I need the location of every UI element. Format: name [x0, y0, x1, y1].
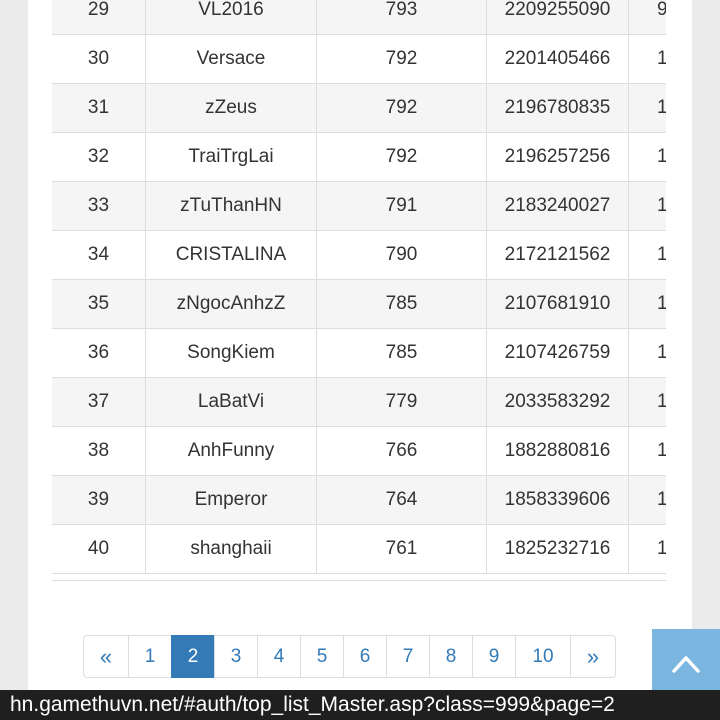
pagination-page-7[interactable]: 7 — [386, 635, 430, 678]
table-row: 34CRISTALINA79021721215621 — [52, 231, 666, 280]
rank-cell: 40 — [52, 525, 146, 573]
exp-cell: 1825232716 — [487, 525, 629, 573]
extra-cell: 1 — [629, 280, 666, 328]
pagination-page-3[interactable]: 3 — [214, 635, 258, 678]
exp-cell: 1882880816 — [487, 427, 629, 475]
extra-cell: 1 — [629, 476, 666, 524]
level-cell: 791 — [317, 182, 487, 230]
extra-cell: 1 — [629, 231, 666, 279]
level-cell: 793 — [317, 0, 487, 34]
extra-cell: 1 — [629, 133, 666, 181]
exp-cell: 1858339606 — [487, 476, 629, 524]
extra-cell: 1 — [629, 378, 666, 426]
player-name-cell: SongKiem — [146, 329, 317, 377]
rank-cell: 36 — [52, 329, 146, 377]
level-cell: 792 — [317, 84, 487, 132]
player-name-cell: zTuThanHN — [146, 182, 317, 230]
level-cell: 761 — [317, 525, 487, 573]
extra-cell: 1 — [629, 427, 666, 475]
table-row: 38AnhFunny76618828808161 — [52, 427, 666, 476]
level-cell: 785 — [317, 280, 487, 328]
pagination-page-6[interactable]: 6 — [343, 635, 387, 678]
pagination-page-4[interactable]: 4 — [257, 635, 301, 678]
chevron-up-icon — [672, 656, 700, 673]
player-name-cell: zZeus — [146, 84, 317, 132]
player-name-cell: Versace — [146, 35, 317, 83]
exp-cell: 2196257256 — [487, 133, 629, 181]
table-row: 35zNgocAnhzZ78521076819101 — [52, 280, 666, 329]
level-cell: 764 — [317, 476, 487, 524]
player-name-cell: Emperor — [146, 476, 317, 524]
pagination-next-button[interactable]: » — [570, 635, 616, 678]
rank-cell: 38 — [52, 427, 146, 475]
table-row: 32TraiTrgLai79221962572561 — [52, 133, 666, 182]
table-row: 30Versace79222014054661 — [52, 35, 666, 84]
rank-cell: 30 — [52, 35, 146, 83]
player-name-cell: VL2016 — [146, 0, 317, 34]
extra-cell: 1 — [629, 84, 666, 132]
extra-cell: 1 — [629, 35, 666, 83]
pagination-page-8[interactable]: 8 — [429, 635, 473, 678]
table-row: 37LaBatVi77920335832921 — [52, 378, 666, 427]
rank-cell: 35 — [52, 280, 146, 328]
player-name-cell: TraiTrgLai — [146, 133, 317, 181]
player-name-cell: AnhFunny — [146, 427, 317, 475]
rank-cell: 39 — [52, 476, 146, 524]
table-row: 29VL201679322092550909 — [52, 0, 666, 35]
level-cell: 792 — [317, 35, 487, 83]
table-row: 36SongKiem78521074267591 — [52, 329, 666, 378]
rank-cell: 33 — [52, 182, 146, 230]
level-cell: 766 — [317, 427, 487, 475]
rank-cell: 34 — [52, 231, 146, 279]
rank-cell: 31 — [52, 84, 146, 132]
extra-cell: 1 — [629, 525, 666, 573]
table-row: 39Emperor76418583396061 — [52, 476, 666, 525]
player-name-cell: zNgocAnhzZ — [146, 280, 317, 328]
player-name-cell: LaBatVi — [146, 378, 317, 426]
player-name-cell: CRISTALINA — [146, 231, 317, 279]
level-cell: 790 — [317, 231, 487, 279]
ranking-table: 29VL20167932209255090930Versace792220140… — [52, 0, 666, 581]
exp-cell: 2172121562 — [487, 231, 629, 279]
table-row: 31zZeus79221967808351 — [52, 84, 666, 133]
exp-cell: 2209255090 — [487, 0, 629, 34]
status-bar-url: hn.gamethuvn.net/#auth/top_list_Master.a… — [0, 690, 720, 720]
pagination: «1 2 3 4 5 6 7 8 9 10» — [83, 635, 616, 680]
extra-cell: 1 — [629, 182, 666, 230]
rank-cell: 29 — [52, 0, 146, 34]
extra-cell: 9 — [629, 0, 666, 34]
level-cell: 785 — [317, 329, 487, 377]
pagination-page-1[interactable]: 1 — [128, 635, 172, 678]
player-name-cell: shanghaii — [146, 525, 317, 573]
scroll-to-top-button[interactable] — [652, 629, 720, 697]
level-cell: 779 — [317, 378, 487, 426]
extra-cell: 1 — [629, 329, 666, 377]
table-row: 33zTuThanHN79121832400271 — [52, 182, 666, 231]
pagination-prev-button[interactable]: « — [83, 635, 129, 678]
exp-cell: 2196780835 — [487, 84, 629, 132]
rank-cell: 32 — [52, 133, 146, 181]
exp-cell: 2107681910 — [487, 280, 629, 328]
pagination-page-9[interactable]: 9 — [472, 635, 516, 678]
pagination-page-10[interactable]: 10 — [515, 635, 571, 678]
pagination-page-5[interactable]: 5 — [300, 635, 344, 678]
level-cell: 792 — [317, 133, 487, 181]
pagination-page-2[interactable]: 2 — [171, 635, 215, 678]
rank-cell: 37 — [52, 378, 146, 426]
table-row: 40shanghaii76118252327161 — [52, 525, 666, 574]
exp-cell: 2183240027 — [487, 182, 629, 230]
exp-cell: 2201405466 — [487, 35, 629, 83]
exp-cell: 2033583292 — [487, 378, 629, 426]
exp-cell: 2107426759 — [487, 329, 629, 377]
